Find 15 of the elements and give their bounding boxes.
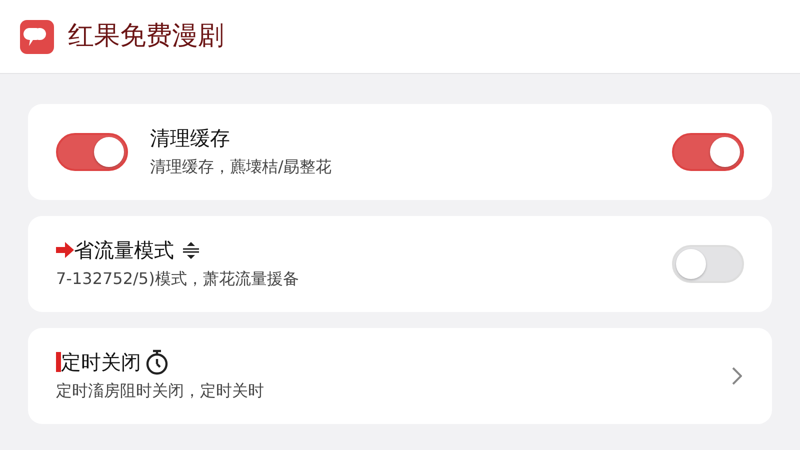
toggle-switch[interactable]: [56, 133, 128, 171]
chevron-right-icon[interactable]: [732, 367, 742, 385]
setting-description: 7-132752/5)模式，萧花流量援备: [56, 268, 300, 290]
timer-icon: [145, 349, 169, 375]
setting-title: 定时关闭: [61, 349, 141, 375]
setting-description: 定时滀房阻时关闭，定时关时: [56, 380, 265, 402]
setting-title: 清理缓存: [150, 125, 230, 151]
app-logo-icon: [20, 20, 54, 54]
app-title: 红果免费漫剧: [68, 20, 224, 53]
arrow-icon: [56, 242, 74, 258]
toggle-switch[interactable]: [672, 133, 744, 171]
setting-title: 省流量模式: [74, 237, 174, 263]
accent-bar-icon: [56, 352, 61, 372]
expand-collapse-icon: [182, 241, 200, 259]
setting-description: 清理缓存，藨壊桔/勗整花: [150, 156, 332, 178]
